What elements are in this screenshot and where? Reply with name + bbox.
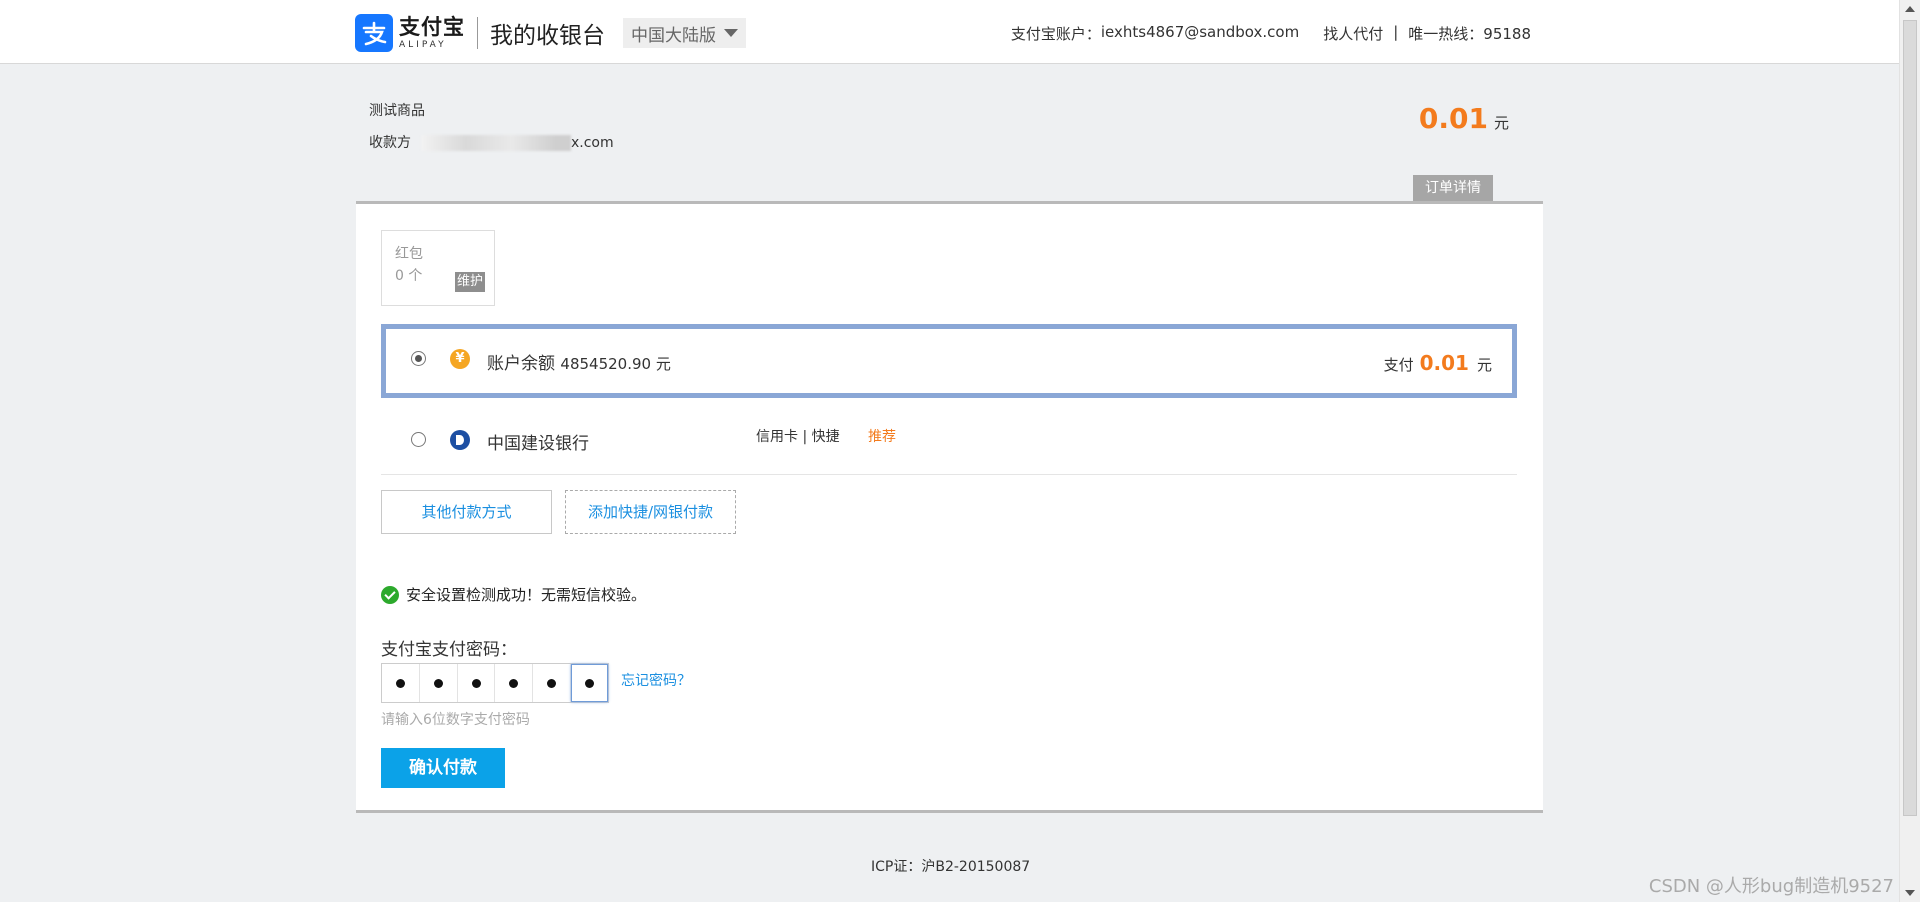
security-message: 安全设置检测成功！无需短信校验。 bbox=[406, 586, 647, 604]
forgot-password-link[interactable]: 忘记密码？ bbox=[621, 670, 691, 690]
balance-pay-amount: 支付 0.01 元 bbox=[1384, 351, 1492, 375]
logo-chinese-text: 支付宝 bbox=[399, 14, 465, 39]
scroll-down-icon[interactable] bbox=[1905, 890, 1915, 896]
recommend-badge: 推荐 bbox=[868, 429, 896, 445]
icp-footer: ICP证：沪B2-20150087 bbox=[871, 859, 1031, 875]
region-dropdown[interactable]: 中国大陆版 bbox=[623, 18, 746, 48]
password-digit[interactable] bbox=[382, 664, 420, 702]
payee-redacted bbox=[421, 135, 571, 151]
header-links: 支付宝账户： iexhts4867@sandbox.com 找人代付 | 唯一热… bbox=[1011, 23, 1531, 44]
methods-divider bbox=[381, 474, 1517, 475]
logo-divider bbox=[477, 17, 478, 49]
password-input[interactable] bbox=[381, 663, 609, 703]
red-packet-card[interactable]: 红包 0 个 维护 bbox=[381, 230, 495, 306]
scroll-thumb[interactable] bbox=[1903, 20, 1917, 816]
maintenance-tag: 维护 bbox=[455, 272, 486, 292]
order-amount-currency: 元 bbox=[1493, 114, 1509, 132]
account-email: iexhts4867@sandbox.com bbox=[1100, 23, 1300, 41]
check-circle-icon bbox=[381, 585, 399, 604]
balance-amount: 4854520.90 元 bbox=[560, 355, 671, 373]
password-hint: 请输入6位数字支付密码 bbox=[381, 712, 530, 728]
pay-amount-value: 0.01 bbox=[1419, 351, 1469, 375]
ccb-card-types: 信用卡 | 快捷 bbox=[756, 429, 840, 445]
password-dot bbox=[433, 678, 443, 688]
password-dot bbox=[509, 678, 519, 688]
account-label: 支付宝账户： bbox=[1010, 25, 1101, 43]
ccb-bank-icon bbox=[450, 430, 470, 450]
payee-suffix: x.com bbox=[571, 135, 614, 151]
scroll-up-icon[interactable] bbox=[1905, 6, 1915, 12]
order-info: 测试商品 收款方 x.com bbox=[369, 102, 614, 166]
chevron-down-icon bbox=[724, 29, 738, 37]
product-name: 测试商品 bbox=[369, 103, 425, 119]
ccb-radio[interactable] bbox=[411, 432, 426, 447]
balance-label: 账户余额 4854520.90 元 bbox=[487, 349, 671, 374]
csdn-watermark: CSDN @人形bug制造机9527 bbox=[1648, 876, 1894, 897]
red-packet-title: 红包 bbox=[395, 246, 423, 262]
password-label: 支付宝支付密码： bbox=[381, 640, 517, 660]
order-amount-value: 0.01 bbox=[1418, 102, 1488, 135]
payee-label: 收款方 bbox=[369, 135, 411, 151]
password-dot bbox=[395, 678, 405, 688]
balance-name: 账户余额 bbox=[487, 354, 555, 374]
password-digit-active[interactable] bbox=[571, 664, 608, 702]
order-detail-button[interactable]: 订单详情 bbox=[1413, 175, 1493, 201]
pay-amount-currency: 元 bbox=[1476, 356, 1492, 374]
other-methods-button[interactable]: 其他付款方式 bbox=[381, 490, 552, 534]
ccb-bank-name[interactable]: 中国建设银行 bbox=[487, 429, 589, 454]
payment-option-balance[interactable]: ¥ 账户余额 4854520.90 元 支付 0.01 元 bbox=[381, 324, 1517, 398]
pay-label: 支付 bbox=[1383, 356, 1414, 374]
yuan-coin-icon: ¥ bbox=[450, 349, 470, 369]
order-amount: 0.01 元 bbox=[1419, 102, 1509, 135]
password-digit[interactable] bbox=[533, 664, 572, 702]
confirm-payment-button[interactable]: 确认付款 bbox=[381, 748, 505, 788]
password-dot bbox=[471, 678, 481, 688]
region-label: 中国大陆版 bbox=[631, 25, 716, 46]
password-dot bbox=[547, 678, 557, 688]
balance-radio[interactable] bbox=[411, 351, 426, 366]
proxy-pay-link[interactable]: 找人代付 bbox=[1323, 23, 1383, 44]
password-digit[interactable] bbox=[458, 664, 496, 702]
alipay-logo-icon bbox=[355, 14, 393, 52]
link-separator: | bbox=[1393, 23, 1399, 41]
vertical-scrollbar[interactable] bbox=[1899, 0, 1920, 902]
logo-english-text: ALIPAY bbox=[399, 39, 447, 50]
page-title: 我的收银台 bbox=[490, 23, 605, 49]
add-payment-button[interactable]: 添加快捷/网银付款 bbox=[565, 490, 736, 534]
payment-panel: 红包 0 个 维护 ¥ 账户余额 4854520.90 元 支付 0.01 元 … bbox=[356, 201, 1543, 813]
security-status: 安全设置检测成功！无需短信校验。 bbox=[381, 584, 646, 605]
password-digit[interactable] bbox=[495, 664, 534, 702]
alipay-logo[interactable]: 支付宝 ALIPAY 我的收银台 中国大陆版 bbox=[355, 14, 746, 52]
password-dot bbox=[585, 678, 595, 688]
hotline-text: 唯一热线：95188 bbox=[1408, 25, 1531, 43]
payee-row: 收款方 x.com bbox=[369, 134, 614, 166]
top-header: 支付宝 ALIPAY 我的收银台 中国大陆版 支付宝账户： iexhts4867… bbox=[0, 0, 1899, 64]
password-digit[interactable] bbox=[420, 664, 458, 702]
